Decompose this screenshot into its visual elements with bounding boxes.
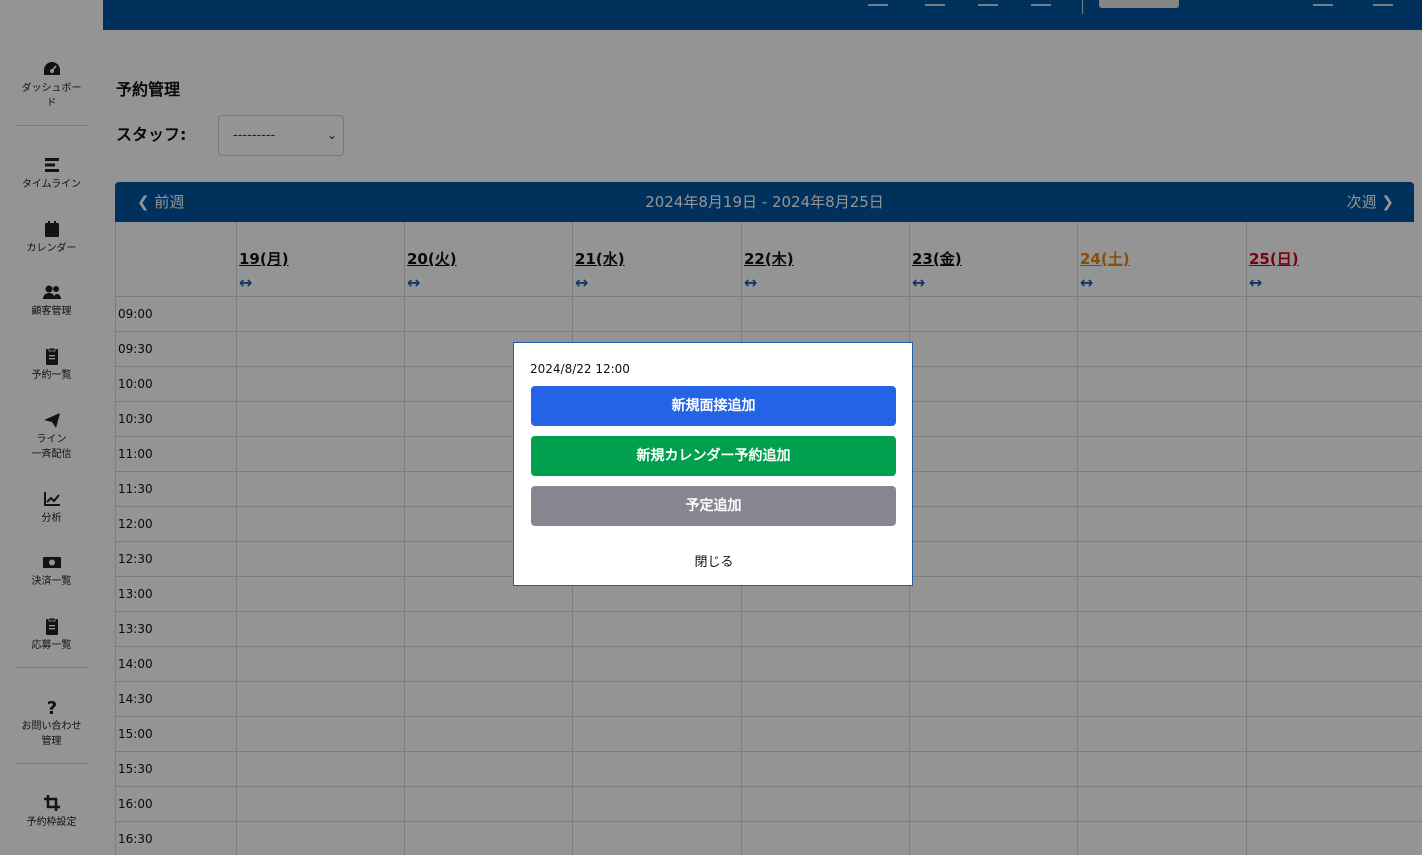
close-button[interactable]: 閉じる	[514, 551, 914, 570]
action-modal: 2024/8/22 12:00 新規面接追加 新規カレンダー予約追加 予定追加 …	[513, 342, 913, 586]
add-calendar-reservation-button[interactable]: 新規カレンダー予約追加	[531, 436, 896, 476]
add-interview-button[interactable]: 新規面接追加	[531, 386, 896, 426]
modal-datetime: 2024/8/22 12:00	[530, 362, 630, 376]
add-schedule-button[interactable]: 予定追加	[531, 486, 896, 526]
